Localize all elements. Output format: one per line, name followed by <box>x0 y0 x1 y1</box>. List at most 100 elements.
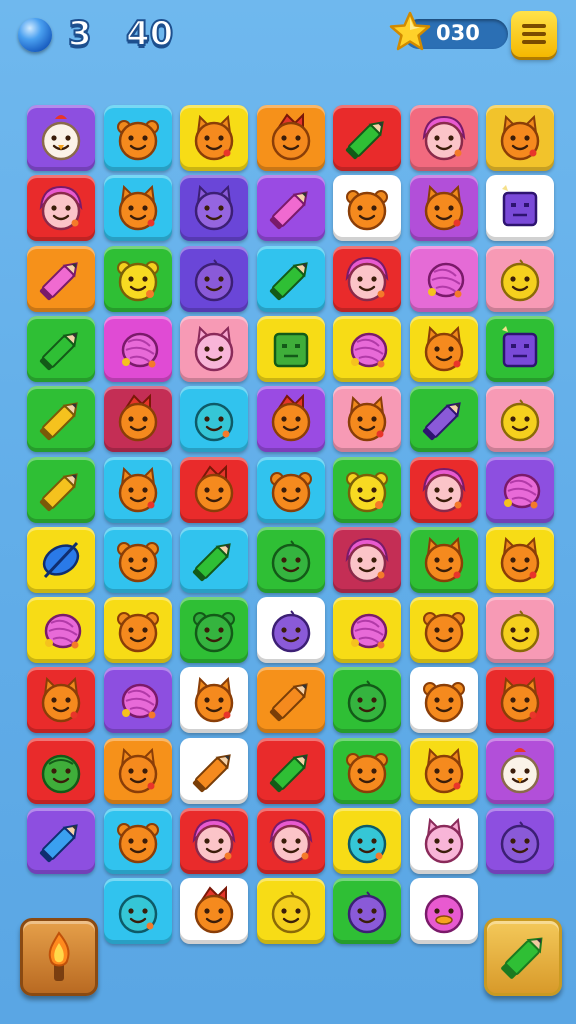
board-tile[interactable] <box>256 878 325 945</box>
board-tile[interactable] <box>256 667 325 734</box>
board-tile[interactable] <box>409 386 478 453</box>
board-tile[interactable] <box>409 175 478 242</box>
board-tile[interactable] <box>180 245 248 312</box>
board-tile[interactable] <box>27 456 95 523</box>
board-tile[interactable] <box>333 175 401 242</box>
board-tile[interactable] <box>103 105 172 171</box>
board-tile[interactable] <box>180 737 248 804</box>
cat-icon <box>118 466 157 512</box>
board-tile[interactable] <box>180 878 248 945</box>
board-tile[interactable] <box>27 175 95 242</box>
purple-blob-icon <box>347 891 387 934</box>
torch-booster-button[interactable] <box>20 918 98 996</box>
bear-icon <box>422 612 465 653</box>
board-tile[interactable] <box>180 456 248 523</box>
board-tile[interactable] <box>103 175 172 242</box>
board-tile[interactable] <box>27 667 95 734</box>
board-tile[interactable] <box>180 808 248 874</box>
board-tile[interactable] <box>180 597 248 664</box>
bear-yellow-icon <box>346 471 388 512</box>
board-tile[interactable] <box>409 105 478 171</box>
green-blob-icon <box>271 540 310 583</box>
board-tile[interactable] <box>27 526 95 593</box>
pencil-yellow-icon <box>39 472 78 511</box>
board-tile[interactable] <box>333 878 401 945</box>
board-tile[interactable] <box>333 386 401 453</box>
board-tile[interactable] <box>180 386 248 453</box>
shell-icon <box>350 332 388 368</box>
board-tile[interactable] <box>256 808 325 874</box>
board-tile[interactable] <box>409 878 478 945</box>
board-tile[interactable] <box>333 315 401 382</box>
board-tile[interactable] <box>333 526 401 593</box>
board-tile[interactable] <box>486 526 554 593</box>
board-tile[interactable] <box>103 878 172 945</box>
board-tile[interactable] <box>409 597 478 664</box>
board-tile[interactable] <box>103 386 172 453</box>
board-tile[interactable] <box>409 245 478 312</box>
board-tile[interactable] <box>103 667 172 734</box>
board-tile[interactable] <box>409 456 478 523</box>
board-tile[interactable] <box>333 105 401 171</box>
board-tile[interactable] <box>27 808 95 874</box>
board-tile[interactable] <box>486 597 554 664</box>
board-tile[interactable] <box>409 315 478 382</box>
board-tile[interactable] <box>103 737 172 804</box>
board-tile[interactable] <box>256 105 325 171</box>
board-tile[interactable] <box>333 245 401 312</box>
board-tile[interactable] <box>103 315 172 382</box>
board-tile[interactable] <box>333 456 401 523</box>
board-tile[interactable] <box>256 737 325 804</box>
board-tile[interactable] <box>333 597 401 664</box>
board-tile[interactable] <box>103 456 172 523</box>
pink-girl-icon <box>345 256 389 301</box>
board-tile[interactable] <box>333 808 401 874</box>
board-tile[interactable] <box>103 245 172 312</box>
board-tile[interactable] <box>180 315 248 382</box>
pencil-purple-icon <box>422 402 461 441</box>
board-tile[interactable] <box>27 245 95 312</box>
board-tile[interactable] <box>256 315 325 382</box>
board-tile[interactable] <box>180 667 248 734</box>
board-tile[interactable] <box>486 456 554 523</box>
board-tile[interactable] <box>27 597 95 664</box>
shell-icon <box>427 262 464 298</box>
board-tile[interactable] <box>486 808 554 874</box>
board-tile[interactable] <box>103 808 172 874</box>
board-tile[interactable] <box>256 386 325 453</box>
board-tile[interactable] <box>486 245 554 312</box>
board-tile[interactable] <box>409 737 478 804</box>
board-tile[interactable] <box>180 526 248 593</box>
duck-icon <box>424 895 463 934</box>
board-tile[interactable] <box>256 175 325 242</box>
board-tile[interactable] <box>486 315 554 382</box>
board-tile[interactable] <box>486 175 554 242</box>
board-tile[interactable] <box>486 737 554 804</box>
board-tile[interactable] <box>27 737 95 804</box>
pencil-booster-button[interactable] <box>484 918 562 996</box>
board-tile[interactable] <box>486 667 554 734</box>
board-tile[interactable] <box>409 808 478 874</box>
board-tile[interactable] <box>256 526 325 593</box>
board-tile[interactable] <box>333 667 401 734</box>
board-tile[interactable] <box>256 456 325 523</box>
board-tile[interactable] <box>486 386 554 453</box>
board-tile[interactable] <box>333 737 401 804</box>
board-tile[interactable] <box>180 175 248 242</box>
purple-cat-icon <box>194 185 234 231</box>
board-tile[interactable] <box>103 597 172 664</box>
cat-icon <box>41 677 81 723</box>
board-tile[interactable] <box>256 597 325 664</box>
board-tile[interactable] <box>27 386 95 453</box>
board-tile[interactable] <box>27 315 95 382</box>
pink-cat-icon <box>194 325 234 372</box>
board-tile[interactable] <box>103 526 172 593</box>
board-tile[interactable] <box>409 526 478 593</box>
board-tile[interactable] <box>486 105 554 171</box>
board-tile[interactable] <box>27 105 95 171</box>
yellow-blob-icon <box>500 258 540 301</box>
bear-icon <box>346 752 388 793</box>
board-tile[interactable] <box>180 105 248 171</box>
board-tile[interactable] <box>256 245 325 312</box>
board-tile[interactable] <box>409 667 478 734</box>
